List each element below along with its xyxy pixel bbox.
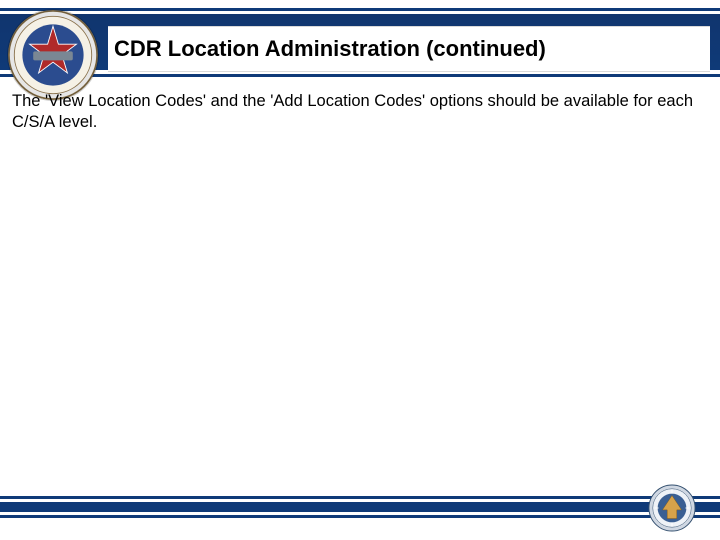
footer-fill <box>0 502 720 512</box>
header-rule-bottom <box>0 74 720 77</box>
org-seal-svg <box>8 10 98 100</box>
dod-seal-svg <box>648 484 696 532</box>
dod-seal-icon <box>648 484 696 532</box>
slide-title: CDR Location Administration (continued) <box>114 37 546 61</box>
title-bar: CDR Location Administration (continued) <box>108 26 710 72</box>
footer-rule-bottom <box>0 515 720 518</box>
footer-band <box>0 496 720 518</box>
body-paragraph: The 'View Location Codes' and the 'Add L… <box>12 91 700 132</box>
header-rule-top <box>0 8 720 11</box>
slide: CDR Location Administration (continued) … <box>0 0 720 540</box>
footer-rule-top <box>0 496 720 499</box>
org-seal-icon <box>8 10 98 100</box>
